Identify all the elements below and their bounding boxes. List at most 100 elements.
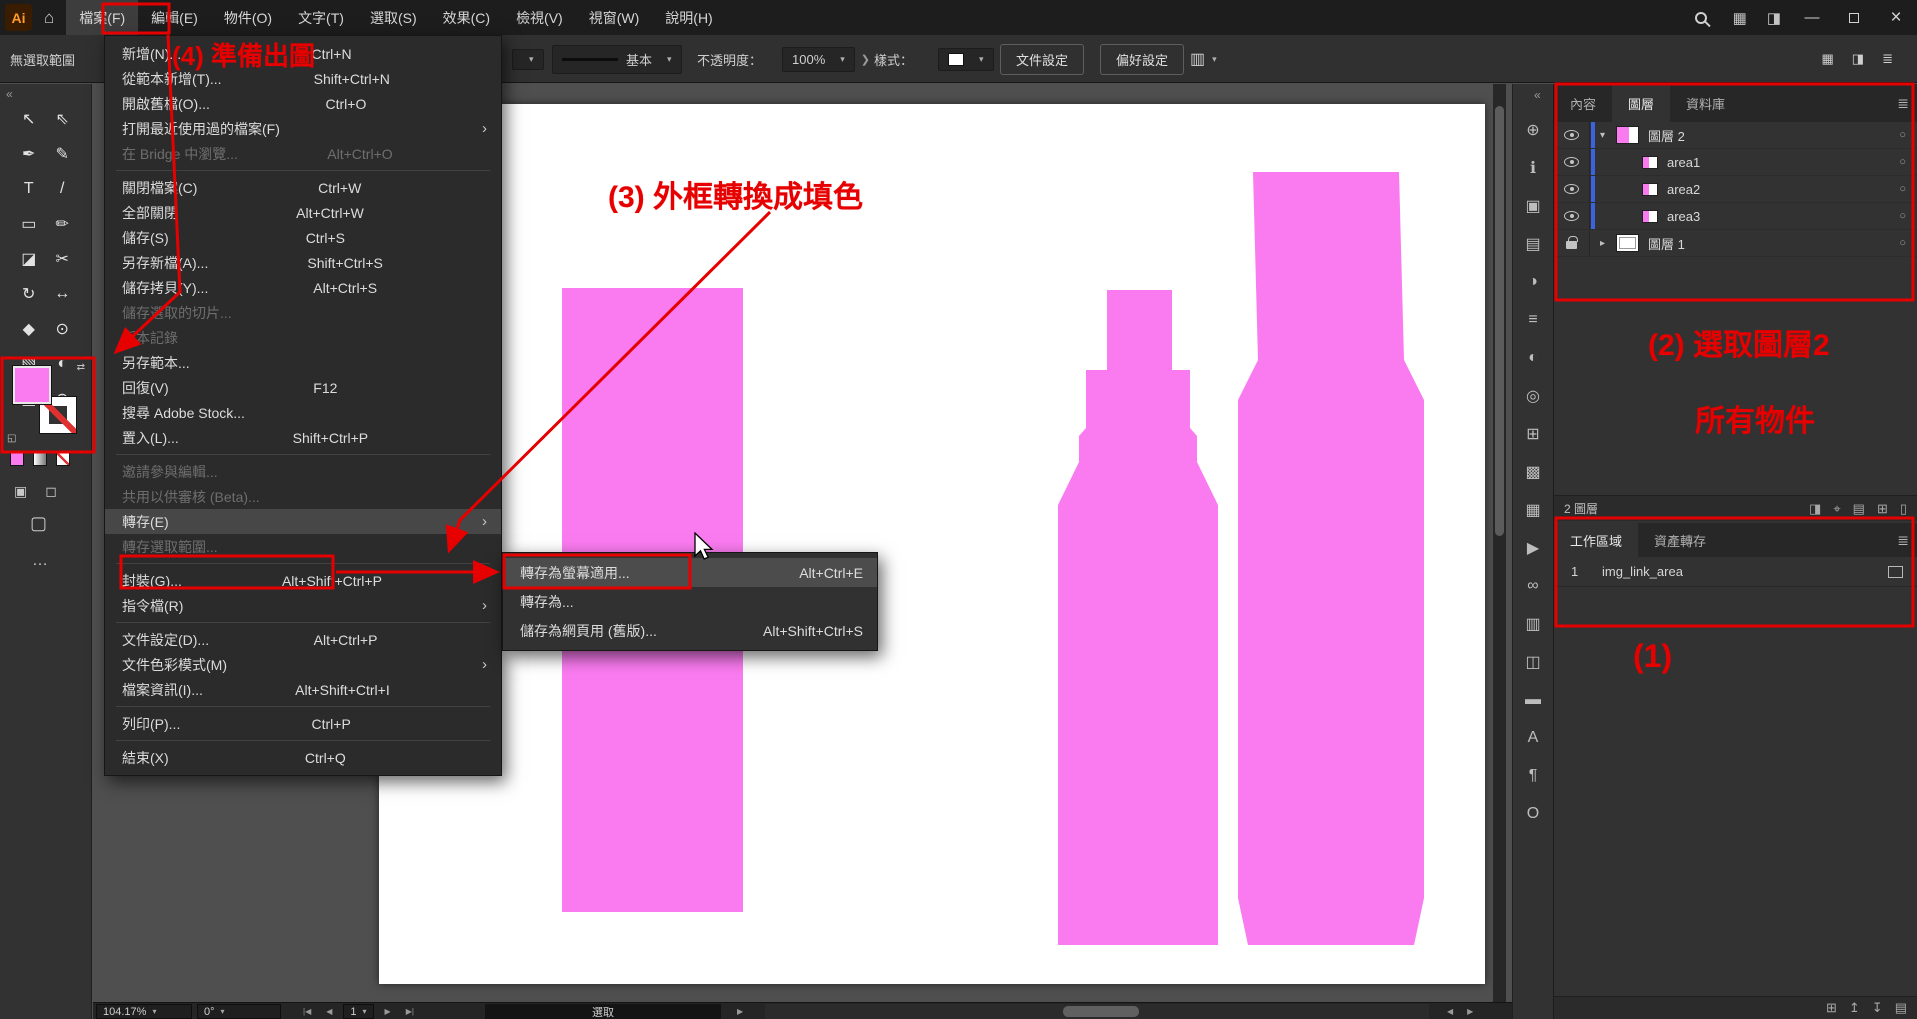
- line-segment-tool[interactable]: /: [50, 178, 74, 200]
- workspace-switcher-icon[interactable]: ◨: [1757, 9, 1791, 27]
- document-setup-button[interactable]: 文件設定: [1000, 44, 1084, 75]
- file-menu-item[interactable]: 列印(P)... Ctrl+P ›: [105, 711, 501, 736]
- collapse-panels-icon[interactable]: «: [1534, 88, 1910, 102]
- paintbrush-tool[interactable]: ✏: [50, 213, 74, 235]
- arrange-documents-icon[interactable]: ▦: [1822, 49, 1834, 69]
- properties-panel-icon[interactable]: ▤: [1525, 234, 1540, 254]
- brushes-panel-icon[interactable]: ▩: [1525, 462, 1540, 482]
- eye-icon[interactable]: [1564, 157, 1579, 167]
- file-menu-item[interactable]: 另存範本... ›: [105, 350, 501, 375]
- file-menu-item[interactable]: 搜尋 Adobe Stock... ›: [105, 400, 501, 425]
- asset-export-panel-icon[interactable]: ◫: [1525, 652, 1540, 672]
- file-menu-item[interactable]: 打開最近使用過的檔案(F) ›: [105, 116, 501, 141]
- control-panel-menu-icon[interactable]: ≣: [1882, 49, 1893, 69]
- collapse-tools-icon[interactable]: «: [6, 87, 13, 101]
- draw-behind-icon[interactable]: ◻: [45, 483, 57, 500]
- collect-for-export-icon[interactable]: ⊞: [1826, 1000, 1837, 1016]
- menubar-item[interactable]: 選取(S): [357, 0, 430, 35]
- file-menu-item[interactable]: 置入(L)... Shift+Ctrl+P ›: [105, 425, 501, 450]
- pink-shape-bottle-large[interactable]: [1238, 172, 1424, 945]
- align-options-dropdown[interactable]: ▥: [1190, 35, 1217, 83]
- panel-tab[interactable]: 工作區域: [1554, 523, 1638, 557]
- edit-toolbar-icon[interactable]: …: [32, 552, 50, 570]
- gradient-panel-icon[interactable]: ◐: [1528, 348, 1538, 368]
- style-dropdown[interactable]: [938, 48, 994, 71]
- menubar-item[interactable]: 編輯(E): [138, 0, 211, 35]
- layer-target-icon[interactable]: ○: [1899, 156, 1906, 168]
- status-expand-icon[interactable]: ▶: [733, 1007, 747, 1016]
- arrange-workspace-icon[interactable]: ▦: [1723, 9, 1757, 27]
- panel-tab[interactable]: 資產轉存: [1638, 523, 1722, 557]
- type-tool[interactable]: T: [17, 178, 41, 200]
- menubar-item[interactable]: 說明(H): [652, 0, 725, 35]
- layer-row[interactable]: area2 ○: [1554, 176, 1917, 203]
- layer-target-icon[interactable]: ○: [1899, 237, 1906, 249]
- layer-row[interactable]: area3 ○: [1554, 203, 1917, 230]
- paragraph-panel-icon[interactable]: ¶: [1529, 766, 1538, 786]
- eyedropper-tool[interactable]: ⊙: [50, 318, 74, 340]
- close-button[interactable]: ×: [1875, 0, 1917, 35]
- info-panel-icon[interactable]: ℹ: [1530, 158, 1536, 178]
- transparency-panel-icon[interactable]: ◎: [1526, 386, 1540, 406]
- image-trace-panel-icon[interactable]: ▥: [1525, 614, 1540, 634]
- character-panel-icon[interactable]: A: [1528, 728, 1539, 748]
- search-icon[interactable]: [1695, 12, 1707, 24]
- file-menu-item[interactable]: 檔案資訊(I)... Alt+Shift+Ctrl+I ›: [105, 677, 501, 702]
- new-sublayer-icon[interactable]: ▤: [1853, 501, 1865, 517]
- next-artboard-icon[interactable]: ▶: [381, 1007, 395, 1016]
- file-menu-item[interactable]: 儲存拷貝(Y)... Alt+Ctrl+S ›: [105, 275, 501, 300]
- layer-expand-icon[interactable]: ▸: [1600, 238, 1616, 249]
- horizontal-scrollbar-handle[interactable]: [1063, 1006, 1139, 1017]
- first-artboard-icon[interactable]: |◀: [299, 1007, 315, 1016]
- file-menu-item[interactable]: 版本記錄 ›: [105, 325, 501, 350]
- layer-name[interactable]: area1: [1667, 155, 1700, 170]
- file-menu-item[interactable]: 結束(X) Ctrl+Q ›: [105, 745, 501, 770]
- vertical-scrollbar[interactable]: [1493, 84, 1506, 1002]
- export-submenu-item[interactable]: 儲存為網頁用 (舊版)... Alt+Shift+Ctrl+S: [503, 616, 877, 645]
- eye-icon[interactable]: [1564, 211, 1579, 221]
- none-button[interactable]: [56, 452, 70, 466]
- shaper-tool[interactable]: ◆: [17, 318, 41, 340]
- img_link_area[interactable]: 1 img_link_area: [1554, 557, 1917, 587]
- prev-artboard-icon[interactable]: ◀: [322, 1007, 336, 1016]
- artboards-panel-icon[interactable]: ▣: [1525, 196, 1540, 216]
- layer-thumbnail[interactable]: [1616, 126, 1639, 144]
- menubar-item[interactable]: 物件(O): [211, 0, 285, 35]
- actions-panel-icon[interactable]: ▶: [1527, 538, 1539, 558]
- file-menu-item[interactable]: 轉存(E) ›: [105, 509, 501, 534]
- layer-name[interactable]: 圖層 1: [1648, 234, 1685, 253]
- layer-thumbnail[interactable]: [1642, 210, 1658, 223]
- scissors-tool[interactable]: ✂: [50, 248, 74, 270]
- stroke-weight-dropdown[interactable]: [512, 49, 544, 70]
- opacity-panel-icon[interactable]: O: [1527, 804, 1539, 824]
- horizontal-scrollbar[interactable]: [765, 1004, 1429, 1019]
- gradient-button[interactable]: [33, 452, 47, 466]
- swap-fill-stroke-icon[interactable]: ⇄: [77, 362, 85, 373]
- scale-tool[interactable]: ↔: [50, 283, 74, 305]
- artboard[interactable]: [379, 104, 1485, 984]
- file-menu-item[interactable]: 關閉檔案(C) Ctrl+W ›: [105, 175, 501, 200]
- home-icon[interactable]: ⌂: [44, 8, 54, 28]
- new-layer-icon[interactable]: ⊞: [1877, 501, 1888, 517]
- vertical-scrollbar-handle[interactable]: [1495, 106, 1504, 536]
- minimize-button[interactable]: —: [1791, 0, 1833, 35]
- artboards-panel-menu-icon[interactable]: ≣: [1897, 532, 1909, 549]
- file-menu-item[interactable]: 文件色彩模式(M) ›: [105, 652, 501, 677]
- layer-thumbnail[interactable]: [1616, 234, 1639, 252]
- plugins-panel-icon[interactable]: ⊕: [1526, 120, 1539, 140]
- color-button[interactable]: [10, 452, 24, 466]
- links-panel-icon[interactable]: ∞: [1527, 576, 1538, 596]
- default-fill-stroke-icon[interactable]: ◱: [7, 433, 16, 444]
- draw-normal-icon[interactable]: ▣: [14, 483, 27, 500]
- share-document-icon[interactable]: ◨: [1852, 49, 1864, 69]
- opacity-stepper-icon[interactable]: ❯: [861, 53, 870, 66]
- scroll-right-icon[interactable]: ▶: [1463, 1007, 1477, 1016]
- layer-row[interactable]: ▾ 圖層 2 ○: [1554, 122, 1917, 149]
- layer-target-icon[interactable]: ○: [1899, 210, 1906, 222]
- layer-row[interactable]: area1 ○: [1554, 149, 1917, 176]
- menubar-item[interactable]: 效果(C): [430, 0, 503, 35]
- restore-button[interactable]: [1833, 0, 1875, 35]
- file-menu-item[interactable]: 儲存(S) Ctrl+S ›: [105, 225, 501, 250]
- layer-target-icon[interactable]: ○: [1899, 183, 1906, 195]
- opacity-dropdown[interactable]: 100%: [782, 47, 855, 72]
